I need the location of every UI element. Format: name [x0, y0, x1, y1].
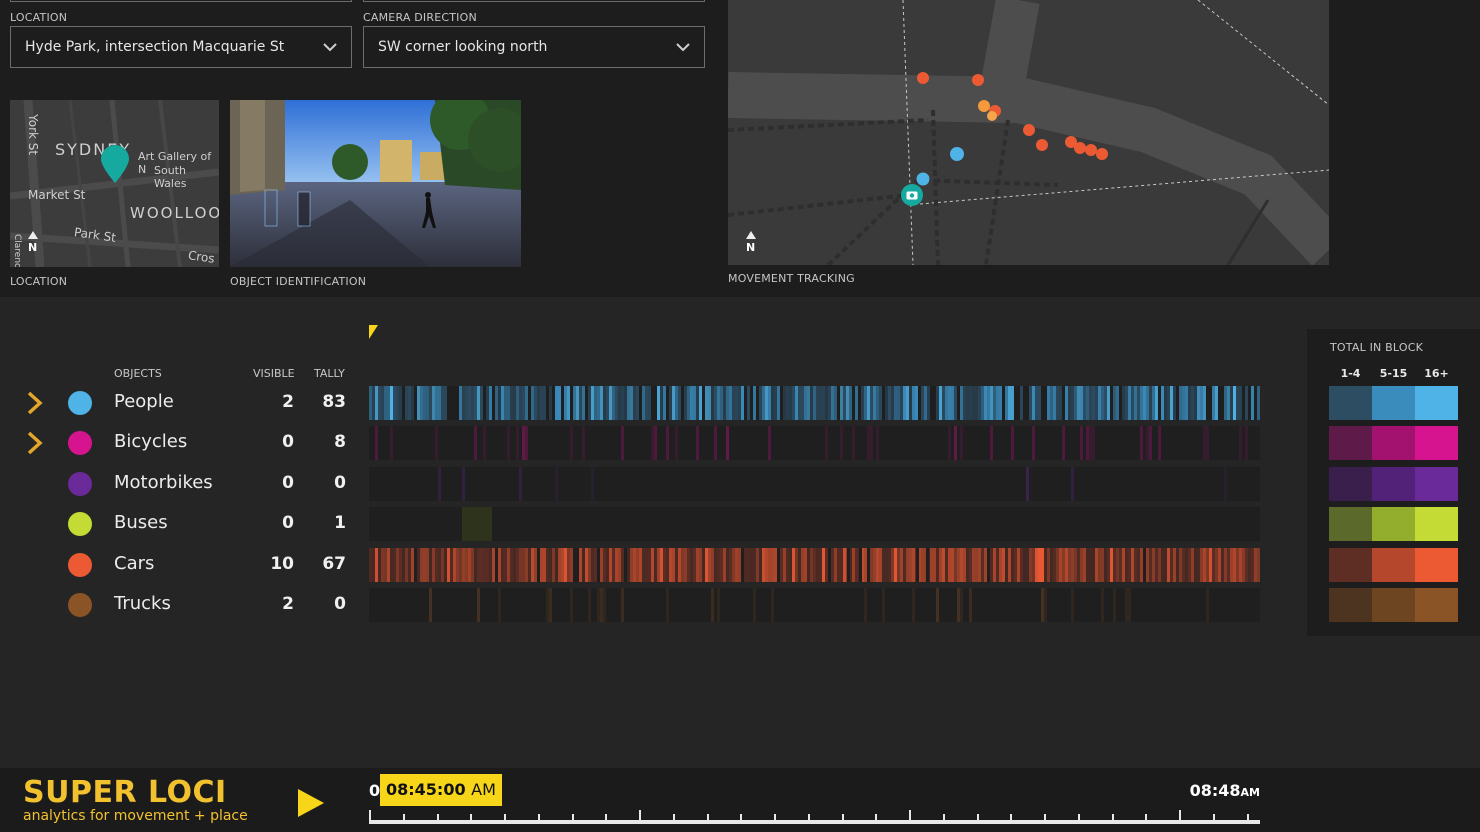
object-color-dot [68, 391, 92, 415]
activity-strip-cars[interactable] [369, 548, 1260, 582]
map-label: WOOLLOO [130, 204, 219, 222]
movement-tracking-streets [728, 0, 1329, 265]
map-label: Clarence [12, 234, 22, 267]
object-name: People [114, 391, 174, 412]
movement-tracking-caption: MOVEMENT TRACKING [728, 272, 855, 285]
activity-strip-motorbikes[interactable] [369, 467, 1260, 501]
activity-strip-trucks[interactable] [369, 588, 1260, 622]
upper-field-edge [10, 0, 352, 2]
chevron-down-icon [676, 43, 690, 52]
north-arrow-icon [746, 231, 756, 239]
tally-count: 83 [322, 392, 346, 412]
camera-frame-scene [230, 100, 521, 267]
tally-count: 0 [334, 473, 346, 493]
legend-title: TOTAL IN BLOCK [1330, 341, 1423, 354]
timeline-scrubber[interactable] [369, 808, 1262, 828]
legend-swatch [1329, 548, 1372, 582]
camera-direction-select[interactable]: SW corner looking north [363, 26, 705, 68]
legend-swatch [1372, 426, 1415, 460]
map-north-label: N [28, 241, 38, 254]
brand-title: SUPER LOCI [23, 775, 227, 810]
object-color-dot [68, 553, 92, 577]
brand-subtitle: analytics for movement + place [23, 808, 248, 824]
object-color-dot [68, 431, 92, 455]
legend-swatch [1329, 386, 1372, 420]
playhead-marker-icon[interactable] [369, 325, 379, 339]
visible-count: 2 [282, 594, 294, 614]
legend-swatch [1415, 588, 1458, 622]
legend-swatch [1329, 588, 1372, 622]
object-color-dot [68, 472, 92, 496]
object-color-dot [68, 593, 92, 617]
legend-swatch [1372, 548, 1415, 582]
camera-direction-label: CAMERA DIRECTION [363, 11, 477, 24]
objects-header: OBJECTS [114, 367, 162, 380]
legend-column-label: 1-4 [1340, 367, 1361, 380]
visible-count: 2 [282, 392, 294, 412]
object-name: Buses [114, 512, 168, 533]
object-color-dot [68, 512, 92, 536]
end-time-label: 08:48AM [1190, 781, 1260, 800]
activity-strip-bicycles[interactable] [369, 426, 1260, 460]
timeline-start-fragment: 0 [369, 781, 381, 800]
visible-count: 0 [282, 432, 294, 452]
visible-count: 0 [282, 473, 294, 493]
end-time: 08:48 [1189, 781, 1241, 800]
object-name: Bicycles [114, 431, 188, 452]
movement-north-label: N [746, 241, 756, 254]
tally-count: 8 [334, 432, 346, 452]
legend-swatch [1329, 507, 1372, 541]
legend-swatch [1372, 386, 1415, 420]
upper-field-edge [363, 0, 705, 2]
map-label: York St [26, 114, 40, 156]
legend-swatch [1372, 507, 1415, 541]
play-icon[interactable] [297, 788, 325, 818]
end-time-ampm: AM [1240, 786, 1260, 799]
chevron-down-icon [323, 43, 337, 52]
legend-swatch [1415, 507, 1458, 541]
object-name: Motorbikes [114, 472, 213, 493]
legend-swatch [1415, 548, 1458, 582]
location-select[interactable]: Hyde Park, intersection Macquarie St [10, 26, 352, 68]
legend-swatch [1415, 386, 1458, 420]
camera-location-icon [901, 184, 923, 206]
object-identification-caption: OBJECT IDENTIFICATION [230, 275, 367, 288]
map-pin-icon [101, 145, 129, 183]
legend-column-label: 5-15 [1379, 367, 1408, 380]
legend-swatch [1415, 426, 1458, 460]
visible-count: 0 [282, 513, 294, 533]
map-label: South Wales [154, 164, 187, 190]
location-select-value: Hyde Park, intersection Macquarie St [25, 39, 285, 55]
expand-row-chevron-icon[interactable] [26, 391, 44, 415]
tally-count: 1 [334, 513, 346, 533]
current-time-ampm: AM [471, 780, 496, 799]
movement-tracking-map[interactable]: N [728, 0, 1329, 265]
object-name: Cars [114, 553, 155, 574]
legend-swatch [1329, 426, 1372, 460]
map-label: Market St [28, 188, 86, 202]
location-map-caption: LOCATION [10, 275, 68, 288]
location-map[interactable]: SYDNEY Art Gallery of N South Wales York… [10, 100, 219, 267]
activity-strip-buses[interactable] [369, 507, 1260, 541]
location-field-label: LOCATION [10, 11, 68, 24]
legend-swatch [1415, 467, 1458, 501]
legend-swatch [1372, 467, 1415, 501]
tally-count: 67 [322, 554, 346, 574]
current-time-badge[interactable]: 08:45:00 AM [380, 774, 502, 806]
object-name: Trucks [114, 593, 171, 614]
camera-frame[interactable] [230, 100, 521, 267]
activity-strip-people[interactable] [369, 386, 1260, 420]
tally-count: 0 [334, 594, 346, 614]
legend-column-label: 16+ [1424, 367, 1449, 380]
camera-direction-value: SW corner looking north [378, 39, 548, 55]
current-time: 08:45:00 [386, 780, 466, 799]
legend-swatch [1329, 467, 1372, 501]
visible-header: VISIBLE [253, 367, 295, 380]
tally-header: TALLY [314, 367, 345, 380]
north-arrow-icon [28, 231, 38, 239]
visible-count: 10 [270, 554, 294, 574]
legend-swatch [1372, 588, 1415, 622]
expand-row-chevron-icon[interactable] [26, 431, 44, 455]
